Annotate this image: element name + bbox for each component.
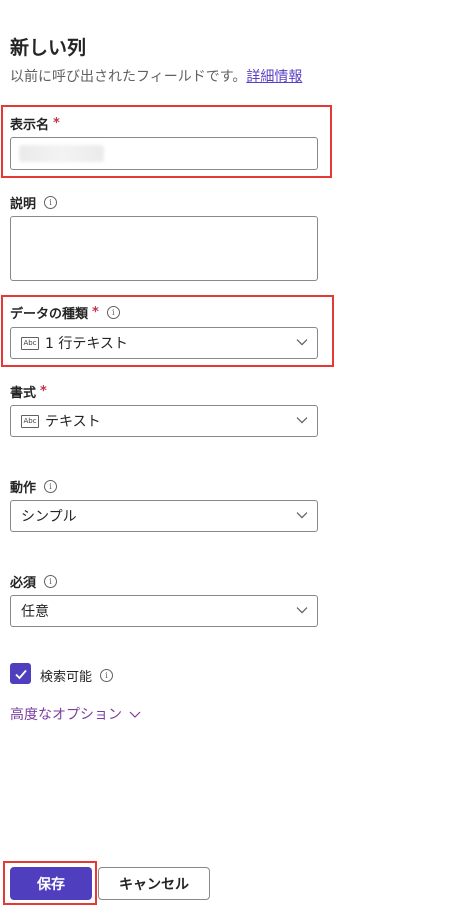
searchable-label: 検索可能 i bbox=[40, 666, 114, 685]
behavior-value: シンプル bbox=[21, 509, 77, 525]
checkmark-icon bbox=[14, 669, 27, 679]
format-label-text: 書式 bbox=[10, 386, 37, 401]
searchable-checkbox[interactable] bbox=[10, 663, 31, 684]
behavior-label-text: 動作 bbox=[10, 481, 37, 496]
behavior-label: 動作 i bbox=[10, 477, 58, 496]
subtitle-text: 以前に呼び出されたフィールドです。 bbox=[10, 69, 247, 85]
text-type-icon: Abc bbox=[21, 414, 39, 428]
highlight-data-type bbox=[1, 295, 334, 367]
learn-more-link[interactable]: 詳細情報 bbox=[246, 69, 302, 85]
info-icon[interactable]: i bbox=[100, 669, 114, 682]
advanced-options-toggle[interactable]: 高度なオプション bbox=[10, 704, 142, 724]
required-label: 必須 i bbox=[10, 572, 58, 591]
chevron-down-icon bbox=[296, 607, 308, 614]
highlight-save-button bbox=[3, 861, 97, 905]
chevron-down-icon bbox=[296, 417, 308, 424]
highlight-display-name bbox=[1, 105, 332, 178]
required-select[interactable]: 任意 bbox=[10, 595, 318, 627]
required-marker: * bbox=[40, 384, 47, 399]
page-subtitle: 以前に呼び出されたフィールドです。詳細情報 bbox=[10, 66, 302, 86]
cancel-button[interactable]: キャンセル bbox=[98, 867, 210, 900]
format-value: テキスト bbox=[45, 414, 101, 430]
description-textarea[interactable] bbox=[10, 216, 318, 281]
required-value: 任意 bbox=[21, 604, 49, 620]
format-select[interactable]: Abc テキスト bbox=[10, 405, 318, 437]
behavior-select[interactable]: シンプル bbox=[10, 500, 318, 532]
info-icon[interactable]: i bbox=[44, 575, 58, 588]
description-label: 説明 i bbox=[10, 193, 58, 212]
searchable-label-text: 検索可能 bbox=[40, 670, 93, 685]
info-icon[interactable]: i bbox=[44, 480, 58, 493]
chevron-down-icon bbox=[129, 711, 141, 718]
advanced-options-label: 高度なオプション bbox=[10, 707, 122, 723]
required-label-text: 必須 bbox=[10, 576, 37, 591]
page-title: 新しい列 bbox=[10, 37, 87, 59]
format-label: 書式 * bbox=[10, 382, 47, 401]
description-label-text: 説明 bbox=[10, 197, 37, 212]
info-icon[interactable]: i bbox=[44, 196, 58, 209]
chevron-down-icon bbox=[296, 512, 308, 519]
